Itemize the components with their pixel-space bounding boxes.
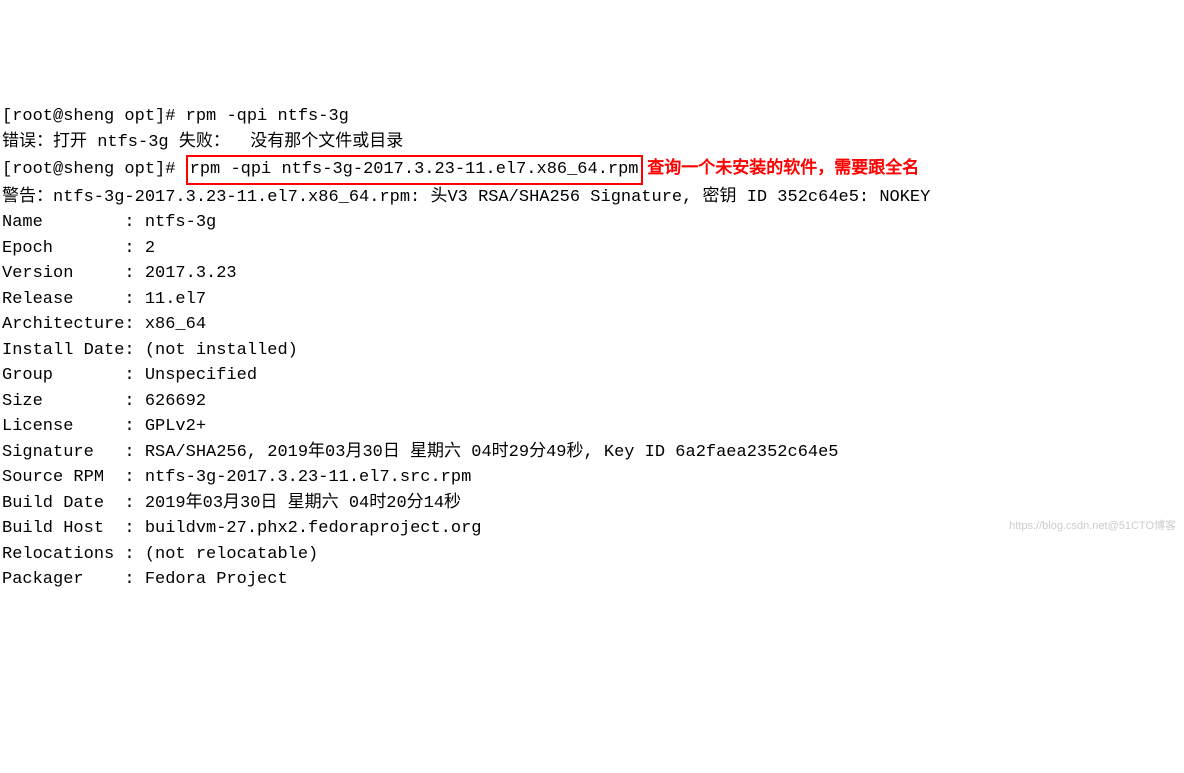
field-size: Size : 626692: [2, 392, 206, 411]
field-epoch: Epoch : 2: [2, 239, 155, 258]
field-license: License : GPLv2+: [2, 417, 206, 436]
field-release: Release : 11.el7: [2, 290, 206, 309]
field-packager: Packager : Fedora Project: [2, 570, 288, 589]
field-source-rpm: Source RPM : ntfs-3g-2017.3.23-11.el7.sr…: [2, 468, 471, 487]
annotation-text: 查询一个未安装的软件，需要跟全名: [643, 158, 920, 177]
command-text: rpm -qpi ntfs-3g: [186, 107, 349, 126]
warning-line: 警告：ntfs-3g-2017.3.23-11.el7.x86_64.rpm: …: [2, 188, 930, 207]
field-group: Group : Unspecified: [2, 366, 257, 385]
field-install-date: Install Date: (not installed): [2, 341, 298, 360]
watermark: https://blog.csdn.net@51CTO博客: [1009, 518, 1176, 535]
terminal-output: [root@sheng opt]# rpm -qpi ntfs-3g 错误：打开…: [2, 104, 1182, 593]
highlighted-command: rpm -qpi ntfs-3g-2017.3.23-11.el7.x86_64…: [186, 155, 643, 185]
field-relocations: Relocations : (not relocatable): [2, 545, 318, 564]
field-build-host: Build Host : buildvm-27.phx2.fedoraproje…: [2, 519, 481, 538]
field-version: Version : 2017.3.23: [2, 264, 237, 283]
field-architecture: Architecture: x86_64: [2, 315, 206, 334]
error-line: 错误：打开 ntfs-3g 失败： 没有那个文件或目录: [2, 133, 403, 152]
field-signature: Signature : RSA/SHA256, 2019年03月30日 星期六 …: [2, 443, 839, 462]
prompt: [root@sheng opt]#: [2, 160, 186, 179]
field-build-date: Build Date : 2019年03月30日 星期六 04时20分14秒: [2, 494, 461, 513]
prompt: [root@sheng opt]#: [2, 107, 186, 126]
field-name: Name : ntfs-3g: [2, 213, 216, 232]
